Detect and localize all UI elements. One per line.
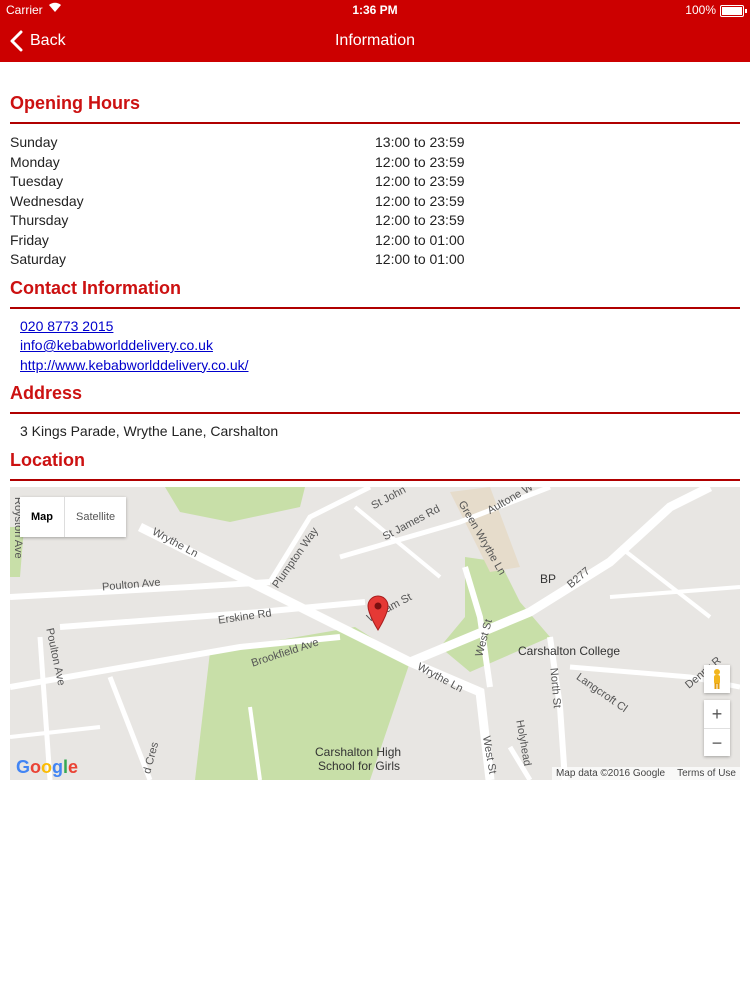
email-link[interactable]: info@kebabworlddelivery.co.uk bbox=[20, 337, 740, 357]
address-text: 3 Kings Parade, Wrythe Lane, Carshalton bbox=[20, 423, 279, 439]
phone-link[interactable]: 020 8773 2015 bbox=[20, 318, 740, 338]
terms-of-use-link[interactable]: Terms of Use bbox=[677, 768, 736, 779]
hours-day: Monday bbox=[10, 153, 60, 170]
google-logo: Google bbox=[16, 757, 79, 777]
contact-information-heading: Contact Information bbox=[10, 278, 740, 309]
hours-day: Sunday bbox=[10, 134, 58, 150]
zoom-in-button[interactable]: + bbox=[704, 700, 730, 729]
location-pin-icon[interactable] bbox=[367, 595, 389, 631]
hours-time: 12:00 to 23:59 bbox=[375, 212, 465, 228]
map-attribution: Map data ©2016 Google Terms of Use bbox=[551, 767, 740, 780]
hours-row: Thursday 12:00 to 23:59 bbox=[10, 212, 740, 232]
battery-icon bbox=[720, 5, 747, 17]
location-heading: Location bbox=[10, 450, 740, 481]
hours-time: 12:00 to 23:59 bbox=[375, 192, 465, 209]
map-label: Carshalton High bbox=[315, 745, 402, 759]
address-heading: Address bbox=[10, 383, 740, 414]
map-data-attribution: Map data ©2016 Google bbox=[555, 768, 666, 779]
opening-hours-heading: Opening Hours bbox=[10, 93, 740, 124]
battery-percentage: 100% bbox=[685, 3, 716, 17]
hours-day: Wednesday bbox=[10, 192, 84, 209]
hours-row: Friday 12:00 to 01:00 bbox=[10, 232, 740, 252]
hours-day: Thursday bbox=[10, 212, 69, 228]
map-label: School for Girls bbox=[318, 759, 401, 773]
zoom-control: + − bbox=[704, 700, 730, 756]
hours-row: Wednesday 12:00 to 23:59 bbox=[10, 193, 740, 213]
hours-time: 12:00 to 01:00 bbox=[375, 251, 465, 267]
hours-time: 12:00 to 01:00 bbox=[375, 231, 465, 248]
hours-row: Sunday 13:00 to 23:59 bbox=[10, 134, 740, 154]
map-type-control: Map Satellite bbox=[20, 497, 127, 537]
hours-time: 12:00 to 23:59 bbox=[375, 173, 465, 189]
opening-hours-table: Sunday 13:00 to 23:59 Monday 12:00 to 23… bbox=[10, 134, 740, 271]
clock: 1:36 PM bbox=[352, 3, 398, 17]
map-label: Carshalton College bbox=[518, 644, 621, 658]
hours-row: Monday 12:00 to 23:59 bbox=[10, 154, 740, 174]
map-type-map-button[interactable]: Map bbox=[20, 497, 65, 537]
information-content: Opening Hours Sunday 13:00 to 23:59 Mond… bbox=[10, 62, 740, 780]
hours-day: Friday bbox=[10, 231, 49, 248]
hours-time: 12:00 to 23:59 bbox=[375, 153, 465, 170]
status-bar: Carrier 1:36 PM 100% bbox=[0, 0, 750, 20]
hours-row: Saturday 12:00 to 01:00 bbox=[10, 251, 740, 271]
zoom-out-button[interactable]: − bbox=[704, 729, 730, 757]
hours-time: 13:00 to 23:59 bbox=[375, 134, 465, 150]
hours-day: Tuesday bbox=[10, 173, 64, 189]
hours-day: Saturday bbox=[10, 251, 67, 267]
contact-links: 020 8773 2015 info@kebabworlddelivery.co… bbox=[10, 318, 740, 377]
hours-row: Tuesday 12:00 to 23:59 bbox=[10, 173, 740, 193]
page-title: Information bbox=[334, 32, 416, 49]
navigation-bar: Back Information bbox=[0, 20, 750, 62]
location-map[interactable]: Wrythe Ln Wrythe Ln Poulton Ave Poulton … bbox=[10, 487, 740, 780]
map-label: BP bbox=[540, 572, 557, 586]
map-type-satellite-button[interactable]: Satellite bbox=[65, 497, 126, 537]
street-view-pegman-icon[interactable] bbox=[704, 665, 730, 693]
website-link[interactable]: http://www.kebabworlddelivery.co.uk/ bbox=[20, 357, 740, 377]
